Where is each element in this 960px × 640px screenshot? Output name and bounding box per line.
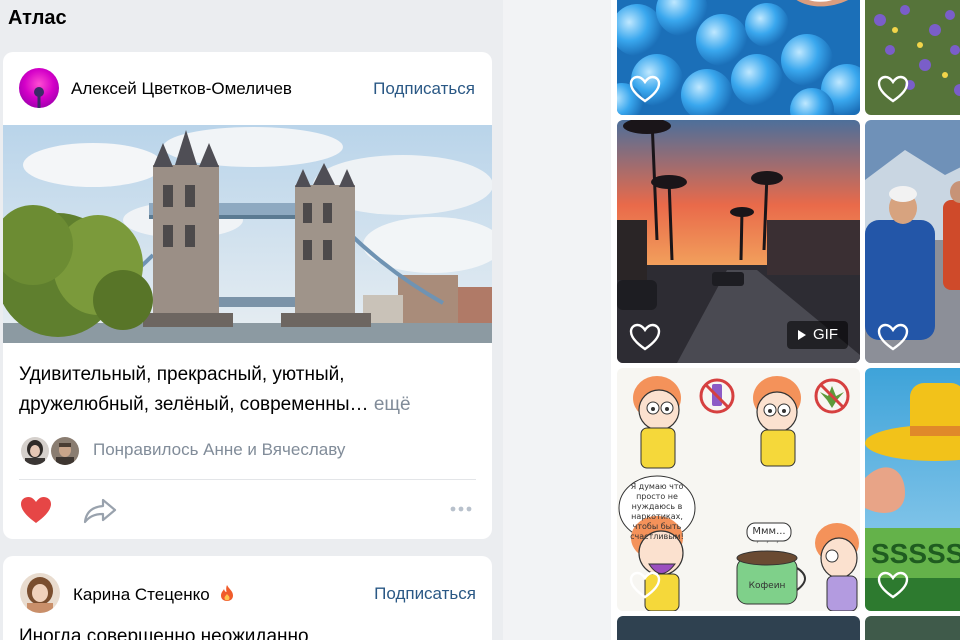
more-options-button[interactable] <box>449 502 473 514</box>
heart-outline-icon[interactable] <box>877 323 909 351</box>
gif-label: GIF <box>813 326 838 343</box>
author-avatar[interactable] <box>19 68 59 108</box>
likes-text: Понравилось Анне и Вячеславу <box>93 440 346 459</box>
like-button[interactable] <box>20 496 52 524</box>
feed-column: Атлас Алексей Цветков-Омеличев Подписать… <box>0 0 503 640</box>
fire-icon <box>221 585 234 601</box>
page-title: Атлас <box>8 7 67 29</box>
heart-outline-icon[interactable] <box>877 75 909 103</box>
likes-summary[interactable]: Понравилось Анне и Вячеславу <box>19 435 479 467</box>
post-photo-tower-bridge[interactable] <box>3 125 492 343</box>
author-name[interactable]: Карина Стеценко <box>73 584 234 605</box>
post-header: Алексей Цветков-Омеличев Подписаться <box>3 52 492 125</box>
grid-tile[interactable] <box>617 616 860 640</box>
author-avatar[interactable] <box>20 573 60 613</box>
heart-outline-icon[interactable] <box>629 75 661 103</box>
show-more-link[interactable]: ещё <box>374 394 411 415</box>
grid-tile[interactable]: SSSSS <box>865 368 960 611</box>
media-grid: GIF Я думаю что просто не нуждаюсь в нар… <box>611 0 960 640</box>
play-icon <box>798 330 806 340</box>
author-name-text: Карина Стеценко <box>73 585 210 604</box>
heart-outline-icon[interactable] <box>629 323 661 351</box>
comic-caption: Я думаю что просто не нуждаюсь в наркоти… <box>630 482 684 541</box>
post-text-body: Удивительный, прекрасный, уютный, дружел… <box>19 364 369 415</box>
grid-tile-gif[interactable]: GIF <box>617 120 860 363</box>
grid-tile[interactable] <box>617 0 860 115</box>
grid-tile[interactable] <box>865 616 960 640</box>
heart-filled-icon <box>21 497 51 523</box>
liker-avatar <box>19 435 51 467</box>
subscribe-button[interactable]: Подписаться <box>373 79 475 99</box>
liker-avatar <box>49 435 81 467</box>
share-button[interactable] <box>83 498 117 524</box>
subscribe-button[interactable]: Подписаться <box>374 584 476 604</box>
grid-tile-comic[interactable]: Я думаю что просто не нуждаюсь в наркоти… <box>617 368 860 611</box>
comic-cup-label: Кофеин <box>748 581 786 591</box>
author-name[interactable]: Алексей Цветков-Омеличев <box>71 79 292 99</box>
comic-bubble: Ммм... <box>752 526 786 537</box>
post-text: Удивительный, прекрасный, уютный, дружел… <box>19 360 479 420</box>
grid-tile[interactable] <box>865 120 960 363</box>
gif-badge: GIF <box>787 321 848 349</box>
heart-outline-icon[interactable] <box>877 571 909 599</box>
heart-outline-icon[interactable] <box>629 571 661 599</box>
post-card: Карина Стеценко Подписаться Иногда совер… <box>3 556 492 640</box>
post-text: Иногда совершенно неожиданно <box>19 626 309 640</box>
grid-tile[interactable] <box>865 0 960 115</box>
divider <box>19 479 476 480</box>
banner-text: SSSSS <box>871 538 960 569</box>
post-card: Алексей Цветков-Омеличев Подписаться Уди… <box>3 52 492 539</box>
column-gap <box>503 0 611 640</box>
ellipsis-icon <box>450 506 472 512</box>
share-arrow-icon <box>83 498 117 524</box>
